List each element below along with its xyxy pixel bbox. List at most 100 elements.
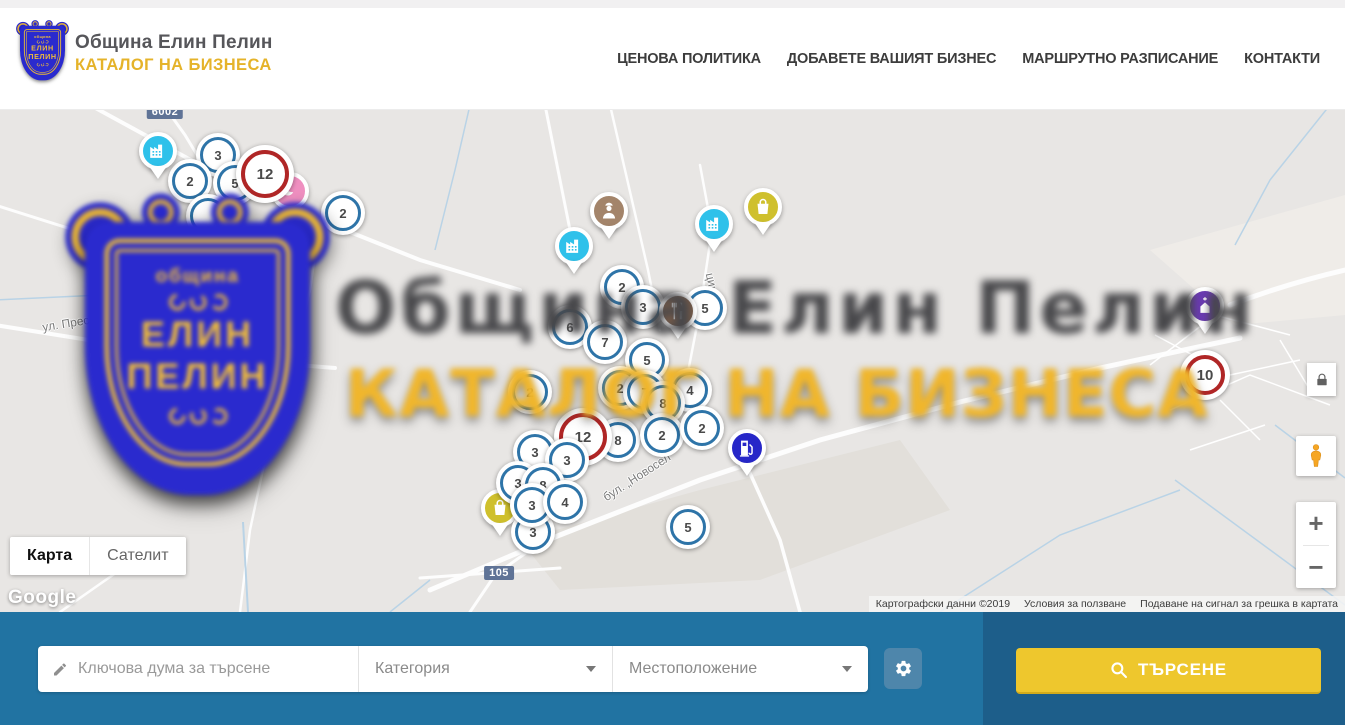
cluster-marker[interactable]: 2: [640, 413, 684, 457]
caret-down-icon: [586, 666, 596, 672]
cluster-count: 3: [531, 445, 538, 460]
cluster-count: 12: [257, 166, 274, 183]
cluster-count: 2: [339, 206, 346, 221]
cluster-count: 6: [566, 320, 573, 335]
pin-tail: [669, 326, 687, 339]
nav-item-add-business[interactable]: ДОБАВЕТЕ ВАШИЯТ БИЗНЕС: [787, 51, 996, 67]
top-strip: [0, 0, 1345, 8]
caret-down-icon: [842, 666, 852, 672]
site-subtitle: КАТАЛОГ НА БИЗНЕСА: [75, 56, 273, 75]
lock-icon: [1315, 373, 1329, 387]
pin-marker-worker[interactable]: [586, 192, 632, 252]
map-attribution: Картографски данни ©2019 Условия за полз…: [869, 596, 1345, 612]
map[interactable]: ул. Преславбул. „Новоселции"6002105 3251…: [0, 110, 1345, 612]
zoom-out-button[interactable]: −: [1296, 546, 1336, 589]
cluster-marker[interactable]: 2: [321, 191, 365, 235]
pin-circle: [1186, 287, 1224, 325]
page: община ЕЛИН ПЕЛИН Община Елин Пелин КАТА…: [0, 0, 1345, 725]
attribution-report-link[interactable]: Подаване на сигнал за грешка в картата: [1133, 598, 1345, 610]
cluster-count: 10: [1197, 367, 1214, 384]
map-type-satellite-button[interactable]: Сателит: [89, 537, 185, 575]
pin-tail: [754, 222, 772, 235]
church-icon: [1194, 295, 1216, 317]
pin-marker-fuel[interactable]: [724, 429, 770, 489]
cluster-count: 5: [684, 520, 691, 535]
pin-tail: [565, 261, 583, 274]
cluster-count: 8: [614, 433, 621, 448]
header: община ЕЛИН ПЕЛИН Община Елин Пелин КАТА…: [0, 8, 1345, 110]
pin-tail: [281, 206, 299, 219]
pegman-icon: [1304, 443, 1328, 469]
cluster-count: 5: [701, 301, 708, 316]
pin-circle: [659, 292, 697, 330]
category-select[interactable]: Категория: [358, 646, 612, 692]
cluster-count: 7: [601, 335, 608, 350]
map-type-map-button[interactable]: Карта: [10, 537, 89, 575]
cluster-count: 3: [214, 148, 221, 163]
nav-item-pricing[interactable]: ЦЕНОВА ПОЛИТИКА: [617, 51, 761, 67]
cluster-count: 3: [639, 300, 646, 315]
pin-tail: [705, 239, 723, 252]
nav-item-timetable[interactable]: МАРШРУТНО РАЗПИСАНИЕ: [1022, 51, 1218, 67]
pin-marker-factory[interactable]: [135, 132, 181, 192]
worker-icon: [598, 200, 620, 222]
map-markers: 32512223567522748812223338334510: [0, 110, 1345, 612]
pegman-control[interactable]: [1296, 436, 1336, 476]
factory-icon: [563, 235, 585, 257]
cluster-count: 2: [698, 421, 705, 436]
search-bar-right: ТЪРСЕНЕ: [983, 612, 1345, 725]
lock-button[interactable]: [1307, 363, 1336, 396]
cluster-marker[interactable]: 4: [543, 480, 587, 524]
category-value: Категория: [375, 660, 450, 678]
map-type-control: Карта Сателит: [10, 537, 186, 575]
cluster-marker[interactable]: 7: [583, 320, 627, 364]
cluster-count: 5: [643, 353, 650, 368]
cluster-marker[interactable]: 10: [1180, 350, 1230, 400]
settings-button[interactable]: [884, 648, 922, 689]
factory-icon: [147, 140, 169, 162]
main-nav: ЦЕНОВА ПОЛИТИКА ДОБАВЕТЕ ВАШИЯТ БИЗНЕС М…: [617, 8, 1320, 109]
pin-tail: [600, 226, 618, 239]
cutlery-icon: [667, 300, 689, 322]
pin-circle: [139, 132, 177, 170]
site-logo[interactable]: община ЕЛИН ПЕЛИН Община Елин Пелин КАТА…: [20, 24, 273, 82]
cluster-count: 2: [658, 428, 665, 443]
cluster-marker[interactable]: 2: [680, 406, 724, 450]
search-bar-left: Категория Местоположение: [0, 612, 983, 725]
attribution-copyright: Картографски данни ©2019: [869, 598, 1017, 610]
pencil-icon: [52, 661, 68, 678]
cluster-count: 8: [659, 396, 666, 411]
search-icon: [1110, 661, 1128, 679]
search-button-label: ТЪРСЕНЕ: [1138, 660, 1227, 680]
pin-tail: [1196, 321, 1214, 334]
pin-marker-bag[interactable]: [740, 188, 786, 248]
search-group: Категория Местоположение: [38, 646, 868, 692]
keyword-field: [38, 646, 358, 692]
keyword-input[interactable]: [68, 660, 358, 678]
cluster-count: 3: [563, 453, 570, 468]
cluster-marker[interactable]: 2: [508, 370, 552, 414]
pin-marker-factory[interactable]: [691, 205, 737, 265]
cluster-marker[interactable]: 12: [236, 145, 294, 203]
cluster-marker[interactable]: [186, 194, 230, 238]
attribution-terms-link[interactable]: Условия за ползване: [1017, 598, 1133, 610]
zoom-control: + −: [1296, 502, 1336, 588]
pin-marker-church[interactable]: [1182, 287, 1228, 347]
cluster-count: 4: [686, 383, 693, 398]
search-button[interactable]: ТЪРСЕНЕ: [1016, 648, 1321, 694]
bag-icon: [752, 196, 774, 218]
crest-line2: ПЕЛИН: [28, 53, 56, 61]
location-value: Местоположение: [629, 660, 757, 678]
pin-marker-cutlery[interactable]: [655, 292, 701, 352]
pin-tail: [491, 523, 509, 536]
zoom-in-button[interactable]: +: [1296, 502, 1336, 545]
cluster-count: 3: [528, 498, 535, 513]
cluster-marker[interactable]: 5: [666, 505, 710, 549]
nav-item-contacts[interactable]: КОНТАКТИ: [1244, 51, 1320, 67]
site-title: Община Елин Пелин: [75, 32, 273, 54]
cluster-count: 4: [561, 495, 568, 510]
google-logo[interactable]: Google: [8, 587, 76, 609]
factory-icon: [703, 213, 725, 235]
location-select[interactable]: Местоположение: [612, 646, 868, 692]
logo-crest: община ЕЛИН ПЕЛИН: [20, 24, 67, 82]
